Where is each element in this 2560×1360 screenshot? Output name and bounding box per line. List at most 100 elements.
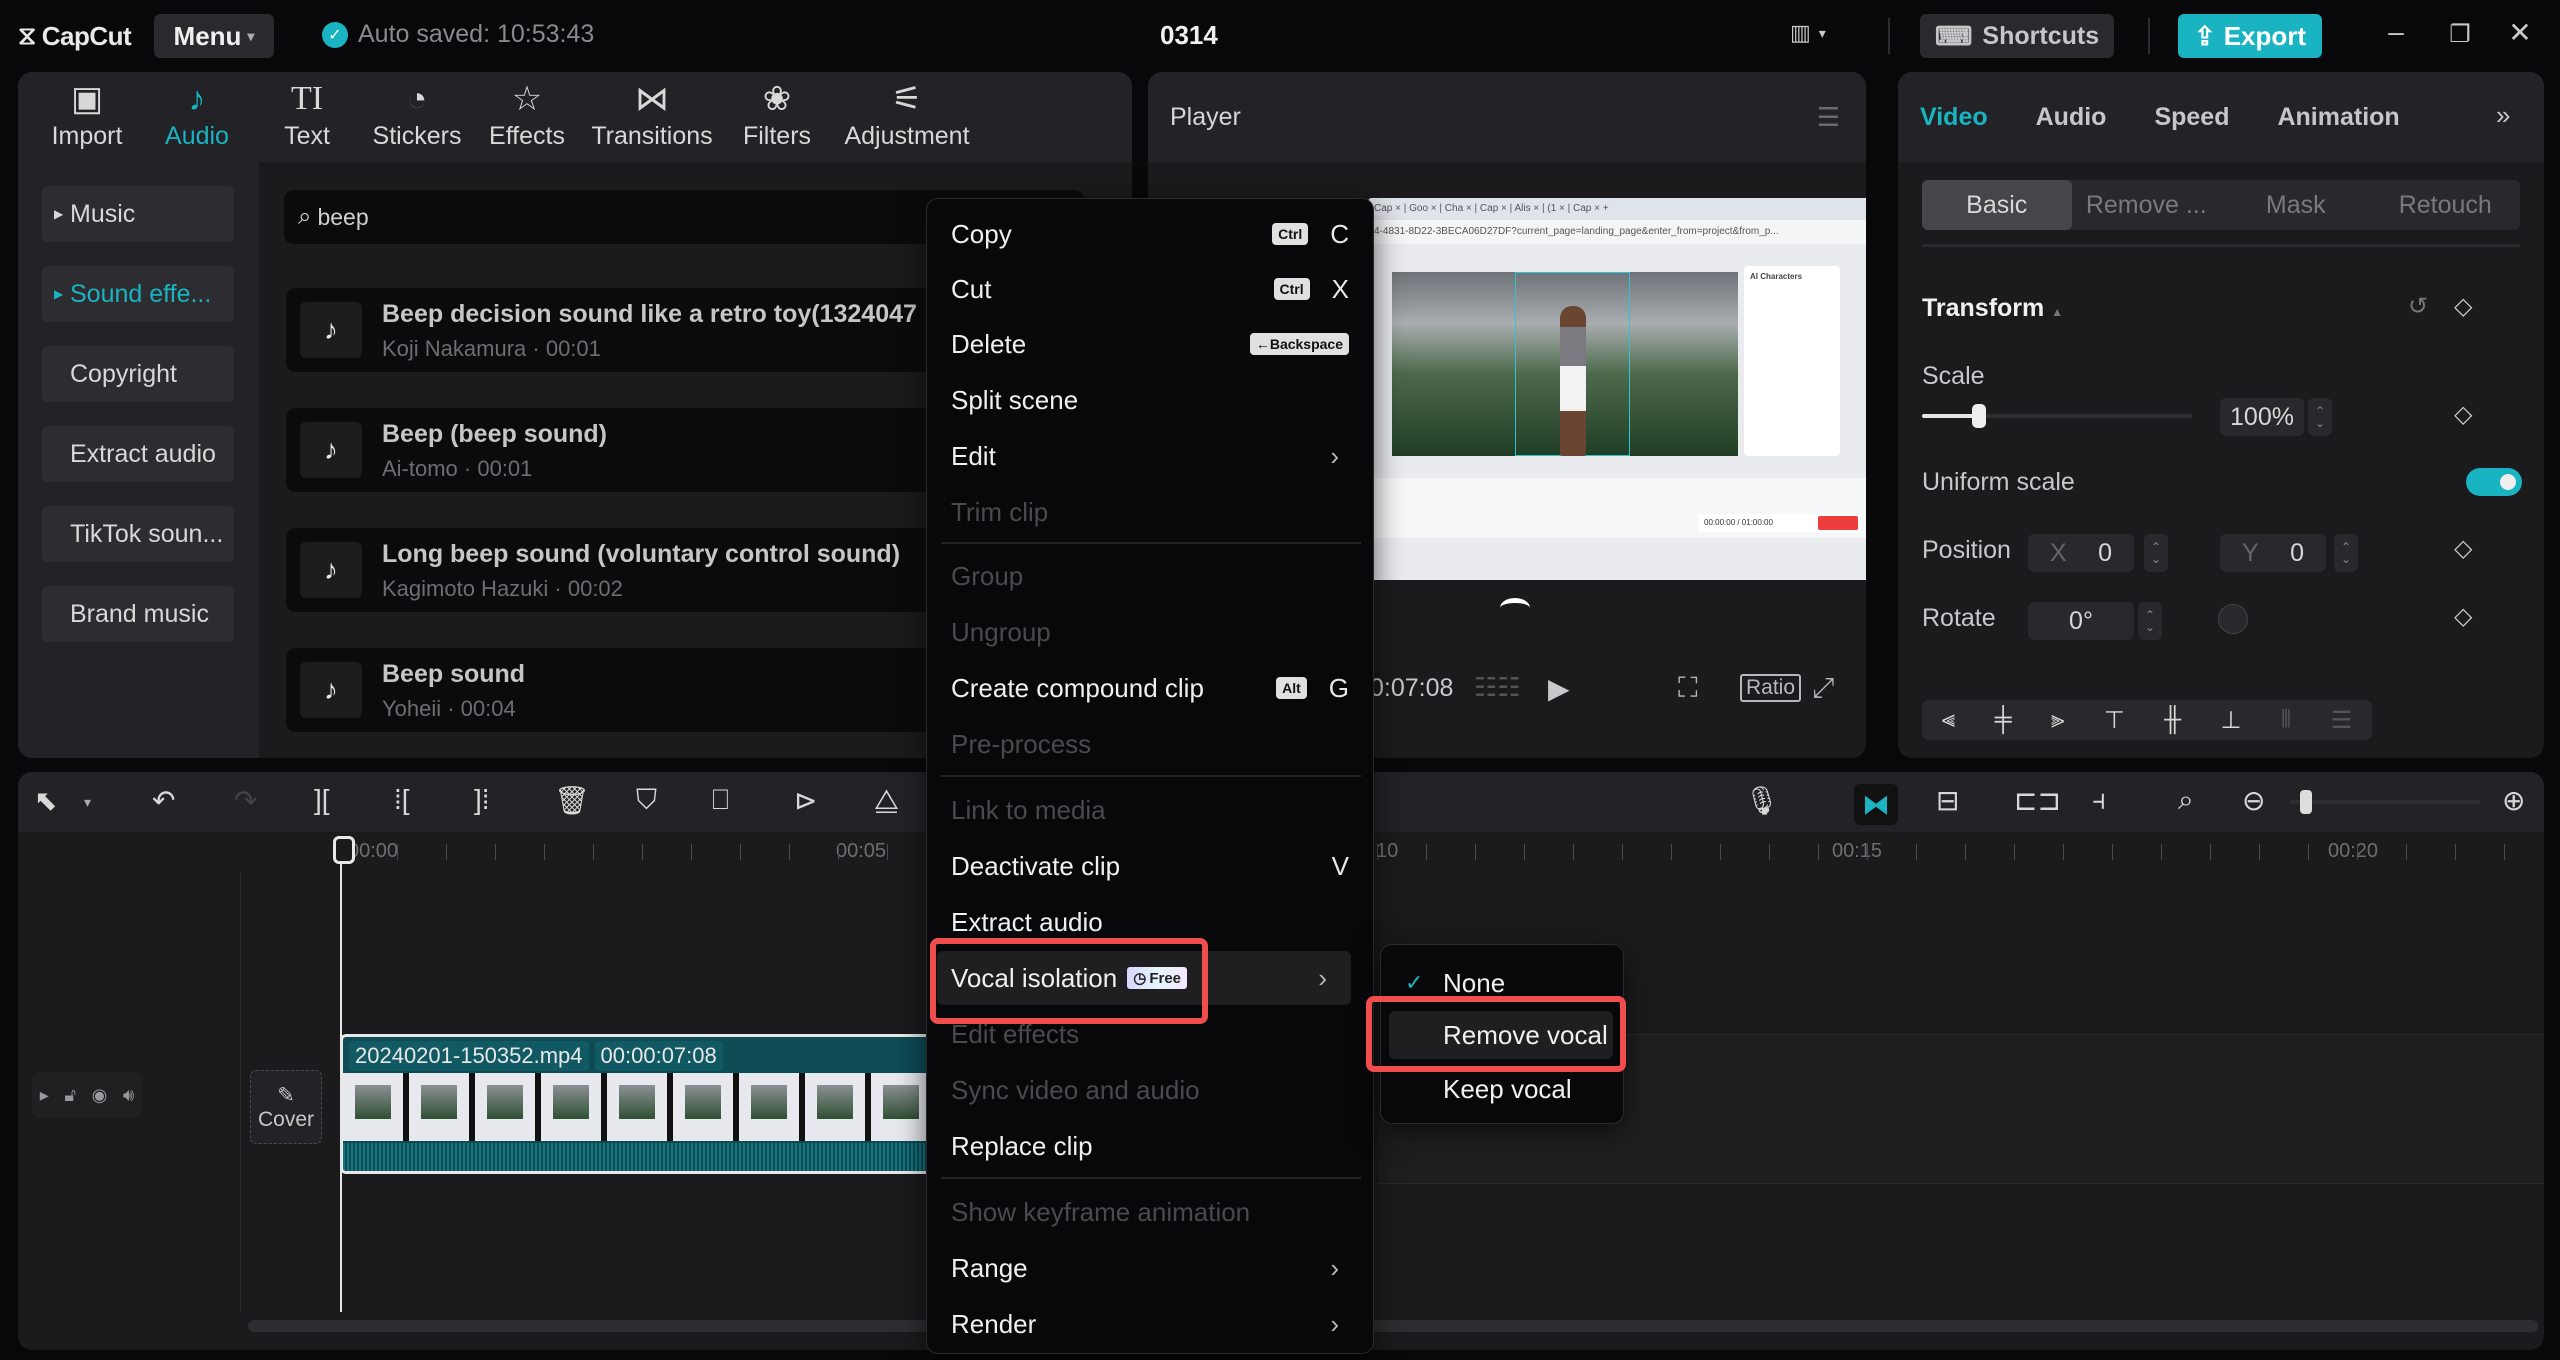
- align-center-h-icon[interactable]: ╪: [1995, 706, 2012, 734]
- align-right-icon[interactable]: ⫸: [2051, 706, 2065, 734]
- subtab-remove-background[interactable]: Remove ...: [2072, 180, 2222, 230]
- layout-button[interactable]: ▥ ▾: [1790, 20, 1826, 46]
- scale-input[interactable]: 100%: [2220, 398, 2304, 436]
- tab-import[interactable]: ▣ Import: [32, 72, 142, 162]
- video-clip[interactable]: 20240201-150352.mp4 00:00:07:08: [340, 1034, 940, 1174]
- sidebar-item-tiktok-sounds[interactable]: TikTok soun...: [42, 506, 234, 562]
- zoom-to-fit-icon[interactable]: ⌕: [2178, 784, 2194, 817]
- menu-item-copy[interactable]: Copy Ctrl C: [927, 207, 1373, 261]
- link-icon[interactable]: ⊏⊐: [2014, 784, 2061, 817]
- align-top-icon[interactable]: ⊤: [2104, 706, 2125, 735]
- speed-icon[interactable]: ⊳: [794, 784, 817, 817]
- tab-text[interactable]: TI Text: [252, 72, 362, 162]
- tab-audio[interactable]: ♪ Audio: [142, 72, 252, 162]
- mirror-icon[interactable]: ⧋: [874, 784, 899, 817]
- sidebar-item-music[interactable]: ▶ Music: [42, 186, 234, 242]
- hamburger-menu-icon[interactable]: ☰: [1817, 102, 1840, 133]
- microphone-icon[interactable]: 🎙︎: [1744, 784, 1780, 817]
- align-bottom-icon[interactable]: ⊥: [2221, 706, 2242, 735]
- video-preview[interactable]: Cap × | Goo × | Cha × | Cap × | Alis × |…: [1368, 198, 1866, 580]
- lock-icon[interactable]: 🔓︎: [64, 1085, 76, 1106]
- timeline-scrollbar[interactable]: [248, 1320, 2538, 1332]
- tab-audio[interactable]: Audio: [2036, 103, 2107, 132]
- crop-icon[interactable]: ⎕: [712, 784, 729, 817]
- playlist-icon[interactable]: ☷☷: [1474, 672, 1521, 703]
- tab-filters[interactable]: ❀ Filters: [722, 72, 832, 162]
- undo-icon[interactable]: ↶: [152, 784, 175, 817]
- select-tool-icon[interactable]: ⬉: [34, 784, 57, 817]
- playhead[interactable]: [333, 836, 355, 1312]
- rotate-input[interactable]: 0°: [2028, 602, 2134, 640]
- tab-effects[interactable]: ☆ Effects: [472, 72, 582, 162]
- reset-icon[interactable]: ↺: [2408, 292, 2428, 321]
- menu-item-split-scene[interactable]: Split scene: [927, 373, 1373, 427]
- menu-button[interactable]: Menu ▾: [154, 14, 274, 58]
- tab-transitions[interactable]: ⋈ Transitions: [582, 72, 722, 162]
- menu-item-delete[interactable]: Delete ←Backspace: [927, 317, 1373, 371]
- menu-item-render[interactable]: Render ›: [927, 1297, 1373, 1351]
- tab-speed[interactable]: Speed: [2154, 103, 2229, 132]
- timeline-zoom-slider[interactable]: [2290, 790, 2480, 814]
- submenu-item-keep-vocal[interactable]: Keep vocal: [1381, 1065, 1623, 1113]
- scale-slider[interactable]: [1922, 404, 2192, 428]
- minimize-icon[interactable]: –: [2376, 16, 2416, 48]
- zoom-in-icon[interactable]: ⊕: [2502, 784, 2525, 817]
- position-x-stepper[interactable]: ⌃ ⌄: [2144, 534, 2168, 572]
- menu-item-deactivate-clip[interactable]: Deactivate clip V: [927, 839, 1373, 893]
- keyframe-diamond-icon[interactable]: ◇: [2454, 400, 2472, 429]
- rotate-stepper[interactable]: ⌃ ⌄: [2138, 602, 2162, 640]
- volume-icon[interactable]: 🔊︎: [123, 1085, 134, 1106]
- position-y-input[interactable]: Y0: [2220, 534, 2326, 572]
- delete-icon[interactable]: 🗑︎: [554, 784, 590, 817]
- fullscreen-icon[interactable]: ⤢: [1812, 672, 1834, 705]
- distribute-h-icon[interactable]: ⦀: [2281, 706, 2292, 734]
- position-x-input[interactable]: X0: [2028, 534, 2134, 572]
- export-button[interactable]: ⇪ Export: [2178, 14, 2322, 58]
- rotate-dial[interactable]: [2218, 604, 2248, 634]
- eye-icon[interactable]: ◉: [92, 1085, 108, 1106]
- position-y-stepper[interactable]: ⌃ ⌄: [2334, 534, 2358, 572]
- sidebar-item-sound-effects[interactable]: ▶ Sound effe...: [42, 266, 234, 322]
- menu-item-create-compound-clip[interactable]: Create compound clip Alt G: [927, 661, 1373, 715]
- auto-snap-icon[interactable]: ⊟: [1936, 784, 1959, 817]
- redo-icon[interactable]: ↷: [234, 784, 257, 817]
- sidebar-item-extract-audio[interactable]: Extract audio: [42, 426, 234, 482]
- sidebar-item-copyright[interactable]: Copyright: [42, 346, 234, 402]
- keyframe-diamond-icon[interactable]: ◇: [2454, 292, 2472, 321]
- shortcuts-button[interactable]: ⌨ Shortcuts: [1920, 14, 2114, 58]
- tab-stickers[interactable]: ◔ Stickers: [362, 72, 472, 162]
- subtab-mask[interactable]: Mask: [2221, 180, 2371, 230]
- scale-slider-handle[interactable]: [1971, 404, 1986, 428]
- magnet-snap-icon[interactable]: ⧓: [1854, 784, 1898, 825]
- play-icon[interactable]: ▶: [1548, 672, 1570, 705]
- distribute-v-icon[interactable]: ☰: [2331, 706, 2353, 735]
- restore-icon[interactable]: ❐: [2440, 20, 2480, 49]
- subtab-basic[interactable]: Basic: [1922, 180, 2072, 230]
- keyframe-diamond-icon[interactable]: ◇: [2454, 602, 2472, 631]
- tab-video[interactable]: Video: [1920, 103, 1988, 132]
- keyframe-diamond-icon[interactable]: ◇: [2454, 534, 2472, 563]
- zoom-out-icon[interactable]: ⊖: [2242, 784, 2265, 817]
- tab-adjustment[interactable]: ⚟ Adjustment: [832, 72, 982, 162]
- zoom-fit-icon[interactable]: ⛶: [1678, 672, 1698, 705]
- marker-icon[interactable]: ⛉: [636, 784, 657, 817]
- tab-animation[interactable]: Animation: [2277, 103, 2399, 132]
- preview-axis-icon[interactable]: ⫞: [2092, 784, 2106, 817]
- cover-button[interactable]: ✎ Cover: [250, 1070, 322, 1144]
- more-tabs-icon[interactable]: »: [2496, 100, 2510, 131]
- ratio-button[interactable]: Ratio: [1740, 674, 1802, 702]
- scale-stepper[interactable]: ⌃ ⌄: [2308, 398, 2332, 436]
- uniform-scale-toggle[interactable]: [2466, 468, 2522, 496]
- split-left-icon[interactable]: ⁞[: [394, 784, 410, 816]
- track-toggle-icon[interactable]: ▸: [40, 1085, 49, 1106]
- align-left-icon[interactable]: ⫷: [1942, 706, 1956, 734]
- split-icon[interactable]: ][: [314, 784, 330, 816]
- menu-item-range[interactable]: Range ›: [927, 1241, 1373, 1295]
- menu-item-cut[interactable]: Cut Ctrl X: [927, 262, 1373, 316]
- sidebar-item-brand-music[interactable]: Brand music: [42, 586, 234, 642]
- chevron-down-icon[interactable]: ▾: [84, 794, 91, 811]
- menu-item-edit[interactable]: Edit ›: [927, 429, 1373, 483]
- align-center-v-icon[interactable]: ╫: [2164, 706, 2181, 734]
- menu-item-replace-clip[interactable]: Replace clip: [927, 1119, 1373, 1173]
- transform-section-title[interactable]: Transform ▲: [1922, 294, 2063, 323]
